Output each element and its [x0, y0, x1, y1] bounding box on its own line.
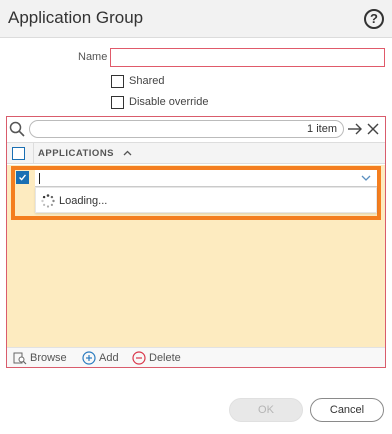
disable-override-checkbox[interactable] [111, 95, 124, 109]
delete-button[interactable]: Delete [132, 351, 181, 365]
ok-button[interactable]: OK [229, 398, 303, 422]
add-button[interactable]: Add [82, 351, 119, 365]
shared-row[interactable]: Shared [111, 73, 164, 89]
grid-header: APPLICATIONS [7, 142, 385, 164]
combo-dropdown: Loading... [35, 187, 377, 213]
arrow-right-icon[interactable] [347, 123, 363, 135]
shared-checkbox[interactable] [111, 74, 124, 88]
browse-icon [13, 352, 27, 364]
chevron-down-icon[interactable] [361, 175, 371, 181]
name-input[interactable] [110, 48, 385, 67]
column-header-applications[interactable]: APPLICATIONS [38, 148, 114, 159]
disable-override-label: Disable override [129, 96, 209, 108]
applications-grid: 1 item APPLICATIONS Loading... Browse Ad… [6, 116, 386, 368]
grid-footer: Browse Add Delete [7, 347, 385, 367]
application-combo-input[interactable] [35, 170, 377, 187]
text-cursor [39, 173, 40, 184]
delete-icon [132, 351, 146, 365]
add-label: Add [99, 352, 119, 364]
shared-label: Shared [129, 75, 165, 87]
delete-label: Delete [149, 352, 181, 364]
select-all-checkbox[interactable] [12, 147, 25, 160]
spinner-icon [41, 194, 55, 208]
table-row[interactable]: Loading... [11, 166, 381, 220]
dialog-title: Application Group [8, 8, 144, 27]
grid-search-bar: 1 item [7, 117, 385, 141]
grid-search-input[interactable]: 1 item [29, 120, 344, 138]
browse-label: Browse [30, 352, 67, 364]
item-count: 1 item [307, 123, 337, 135]
disable-override-row[interactable]: Disable override [111, 94, 208, 110]
header-divider [33, 143, 34, 164]
loading-text: Loading... [59, 195, 108, 207]
help-icon[interactable]: ? [364, 9, 384, 29]
sort-up-icon[interactable] [123, 150, 132, 156]
search-icon [9, 121, 25, 137]
dialog-titlebar: Application Group ? [0, 0, 392, 38]
name-label: Name [78, 51, 108, 63]
row-checkbox[interactable] [16, 171, 29, 184]
add-icon [82, 351, 96, 365]
close-icon[interactable] [367, 123, 379, 135]
browse-button[interactable]: Browse [13, 351, 67, 365]
cancel-button[interactable]: Cancel [310, 398, 384, 422]
